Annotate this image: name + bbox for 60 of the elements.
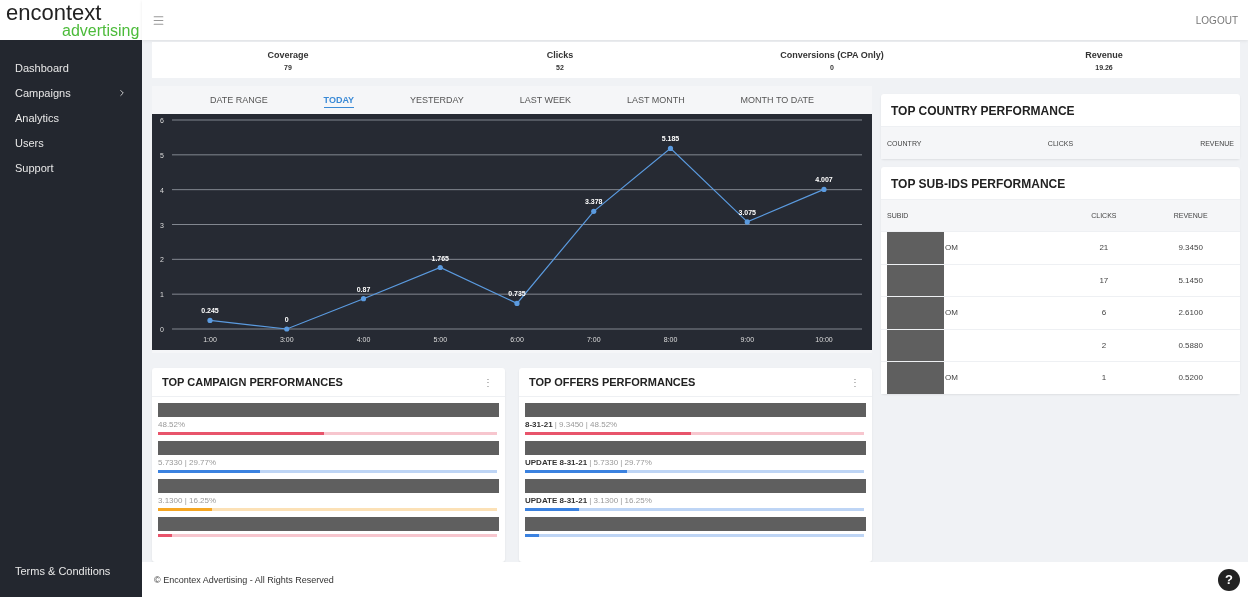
range-tab[interactable]: DATE RANGE	[209, 92, 268, 108]
data-point	[207, 317, 213, 324]
data-point	[667, 145, 674, 151]
more-menu-button[interactable]: ⋮	[850, 376, 860, 388]
card-title: TOP SUB-IDS PERFORMANCE	[890, 176, 1067, 193]
sidebar-item[interactable]: Users	[0, 130, 142, 155]
table-cell: OM	[945, 308, 958, 318]
performance-stats: 48.52%	[158, 420, 187, 429]
more-menu-button[interactable]: ⋮	[483, 376, 493, 388]
range-tab[interactable]: LAST WEEK	[519, 92, 572, 108]
sidebar-item[interactable]: Support	[0, 155, 142, 180]
performance-stats: 5.7330 | 29.77%	[158, 458, 218, 467]
table-cell-text: 17	[1098, 275, 1110, 285]
data-point	[821, 186, 827, 192]
card-title: TOP COUNTRY PERFORMANCE	[890, 103, 1076, 120]
terms-link[interactable]: Terms & Conditions	[0, 558, 142, 583]
range-tab[interactable]: LAST MONTH	[626, 92, 685, 108]
table-cell-text: 6	[1100, 308, 1108, 318]
table-cell-text: 0.5880	[1177, 340, 1204, 350]
table-cell-text: 2.6100	[1177, 308, 1204, 318]
table-cell-text: 0.5200	[1177, 373, 1204, 383]
performance-stats: 3.1300 | 16.25%	[158, 496, 218, 505]
table-cell-text: 1	[1100, 373, 1108, 383]
table-cell-text: 5.1450	[1177, 275, 1204, 285]
range-tab[interactable]: YESTERDAY	[409, 92, 464, 108]
logo: encontext advertising	[0, 0, 142, 40]
stat-label: Revenue	[1085, 49, 1123, 60]
redaction-block	[887, 362, 944, 394]
redaction-block	[887, 264, 944, 296]
redaction-block	[887, 297, 944, 329]
sidebar-item[interactable]: Dashboard	[0, 55, 142, 80]
data-point	[360, 296, 367, 302]
card-title: TOP CAMPAIGN PERFORMANCES	[162, 376, 343, 388]
table-cell-text: 21	[1098, 243, 1110, 253]
stat-label: Clicks	[546, 49, 574, 60]
data-point	[591, 208, 597, 214]
table-cell-text: 2	[1100, 340, 1108, 350]
data-point	[284, 326, 290, 332]
redaction-block	[887, 329, 944, 361]
help-button[interactable]: ?	[1218, 568, 1240, 591]
chevron-icon	[117, 87, 127, 98]
data-point	[437, 264, 443, 271]
copyright-text: © Encontex Advertising - All Rights Reserved	[154, 574, 334, 585]
table-cell-text: 9.3450	[1177, 243, 1204, 253]
stat-label: Conversions (CPA Only)	[780, 49, 884, 60]
data-point	[514, 300, 520, 306]
performance-stats: UPDATE 8-31-21 | 3.1300 | 16.25%	[525, 496, 653, 505]
logout-link[interactable]: LOGOUT	[1195, 14, 1238, 26]
sidebar-item[interactable]: Analytics	[0, 105, 142, 130]
performance-stats: UPDATE 8-31-21 | 5.7330 | 29.77%	[525, 458, 653, 467]
sidebar-item[interactable]: Campaigns	[0, 80, 142, 105]
table-cell: OM	[945, 373, 958, 383]
stat-label: Coverage	[267, 49, 309, 60]
redaction-block	[887, 232, 944, 264]
performance-stats: 8-31-21 | 9.3450 | 48.52%	[525, 420, 619, 429]
table-cell: OM	[945, 243, 958, 253]
range-tab[interactable]: MONTH TO DATE	[740, 92, 815, 108]
menu-icon[interactable]	[152, 13, 165, 27]
card-title: TOP OFFERS PERFORMANCES	[529, 376, 696, 388]
data-point	[744, 219, 750, 225]
